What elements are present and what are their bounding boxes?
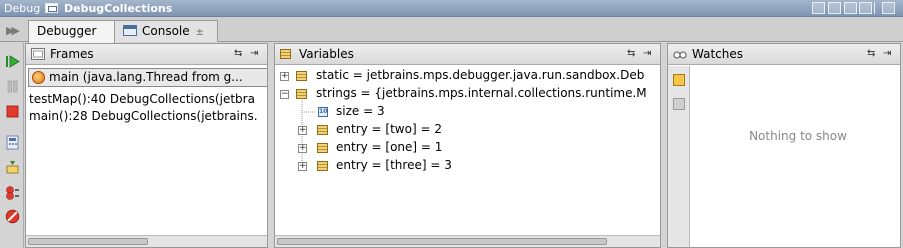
watches-header: Watches ⇆ ⇥ (668, 44, 900, 65)
frames-hide-icon[interactable]: ⇥ (250, 48, 258, 59)
add-watch-icon[interactable] (673, 74, 685, 86)
window-title-bar: Debug DebugCollections (0, 0, 903, 17)
frames-icon (31, 48, 45, 60)
frames-title: Frames (50, 47, 94, 61)
frame-item[interactable]: testMap():40 DebugCollections(jetbra (29, 91, 255, 108)
frames-settings-icon[interactable]: ⇆ (234, 48, 242, 59)
variables-panel: Variables ⇆ ⇥ + static = jetbrains.mps.d… (274, 43, 661, 248)
tab-debugger[interactable]: Debugger (28, 20, 115, 43)
frames-scroll-thumb[interactable] (28, 238, 148, 245)
variables-hide-icon[interactable]: ⇥ (643, 48, 651, 59)
variables-settings-icon[interactable]: ⇆ (627, 48, 635, 59)
pause-icon[interactable] (5, 79, 20, 94)
tree-lines (301, 100, 316, 167)
watches-panel: Watches ⇆ ⇥ Nothing to show (667, 43, 901, 248)
float-mode-icon[interactable] (812, 2, 825, 14)
window-label: Debug (4, 2, 41, 15)
field-icon (317, 125, 328, 135)
frame-item[interactable]: main():28 DebugCollections(jetbrains. (29, 108, 258, 125)
tab-console-label: Console (142, 24, 190, 38)
resume-icon[interactable] (5, 54, 20, 69)
mute-breakpoints-icon[interactable] (5, 209, 20, 224)
tab-console[interactable]: Console ± (114, 20, 218, 42)
expand-icon[interactable]: + (298, 126, 307, 135)
stop-icon[interactable] (5, 104, 20, 119)
hide-icon[interactable] (882, 2, 895, 14)
title-divider (874, 2, 875, 14)
window-icon (45, 3, 58, 13)
step-icon[interactable] (5, 160, 20, 175)
expand-toolbar-icon[interactable]: ▶▶ (6, 24, 20, 37)
thread-selected: main (java.lang.Thread from g... (49, 70, 243, 84)
variable-row[interactable]: entry = [two] = 2 (336, 121, 442, 138)
expand-icon[interactable]: + (298, 162, 307, 171)
variables-scrollbar[interactable] (275, 235, 660, 247)
variable-row[interactable]: strings = {jetbrains.mps.internal.collec… (316, 85, 647, 102)
watches-toolbar (668, 66, 690, 247)
debug-toolbar (0, 43, 24, 248)
evaluate-icon[interactable] (5, 135, 20, 150)
watches-empty-text: Nothing to show (749, 129, 847, 143)
field-icon (317, 161, 328, 171)
variable-row[interactable]: entry = [one] = 1 (336, 139, 442, 156)
watches-icon (673, 51, 687, 59)
watches-title: Watches (692, 47, 743, 61)
primitive-icon: 10 (318, 107, 328, 117)
remove-watch-icon[interactable] (673, 98, 685, 110)
console-icon (123, 25, 137, 36)
tab-strip: ▶▶ Debugger Console ± (0, 17, 903, 43)
variable-row[interactable]: static = jetbrains.mps.debugger.java.run… (316, 67, 644, 84)
thread-icon (32, 71, 45, 84)
frames-header: Frames ⇆ ⇥ (26, 44, 267, 65)
frames-scrollbar[interactable] (26, 235, 267, 247)
watches-settings-icon[interactable]: ⇆ (867, 48, 875, 59)
variable-row[interactable]: entry = [three] = 3 (336, 157, 452, 174)
tab-debugger-label: Debugger (37, 24, 97, 38)
variable-row[interactable]: size = 3 (336, 103, 385, 120)
variables-scroll-thumb[interactable] (277, 238, 607, 245)
settings-icon[interactable] (859, 2, 872, 14)
console-pin-icon: ± (195, 27, 205, 38)
pin-icon[interactable] (844, 2, 857, 14)
window-title: DebugCollections (64, 2, 173, 15)
frames-panel: Frames ⇆ ⇥ main (java.lang.Thread from g… (25, 43, 268, 248)
watches-hide-icon[interactable]: ⇥ (883, 48, 891, 59)
thread-selector[interactable]: main (java.lang.Thread from g... ▼ (28, 68, 267, 87)
breakpoints-icon[interactable] (5, 185, 20, 200)
dock-mode-icon[interactable] (828, 2, 841, 14)
expand-icon[interactable]: + (298, 144, 307, 153)
field-icon (317, 143, 328, 153)
